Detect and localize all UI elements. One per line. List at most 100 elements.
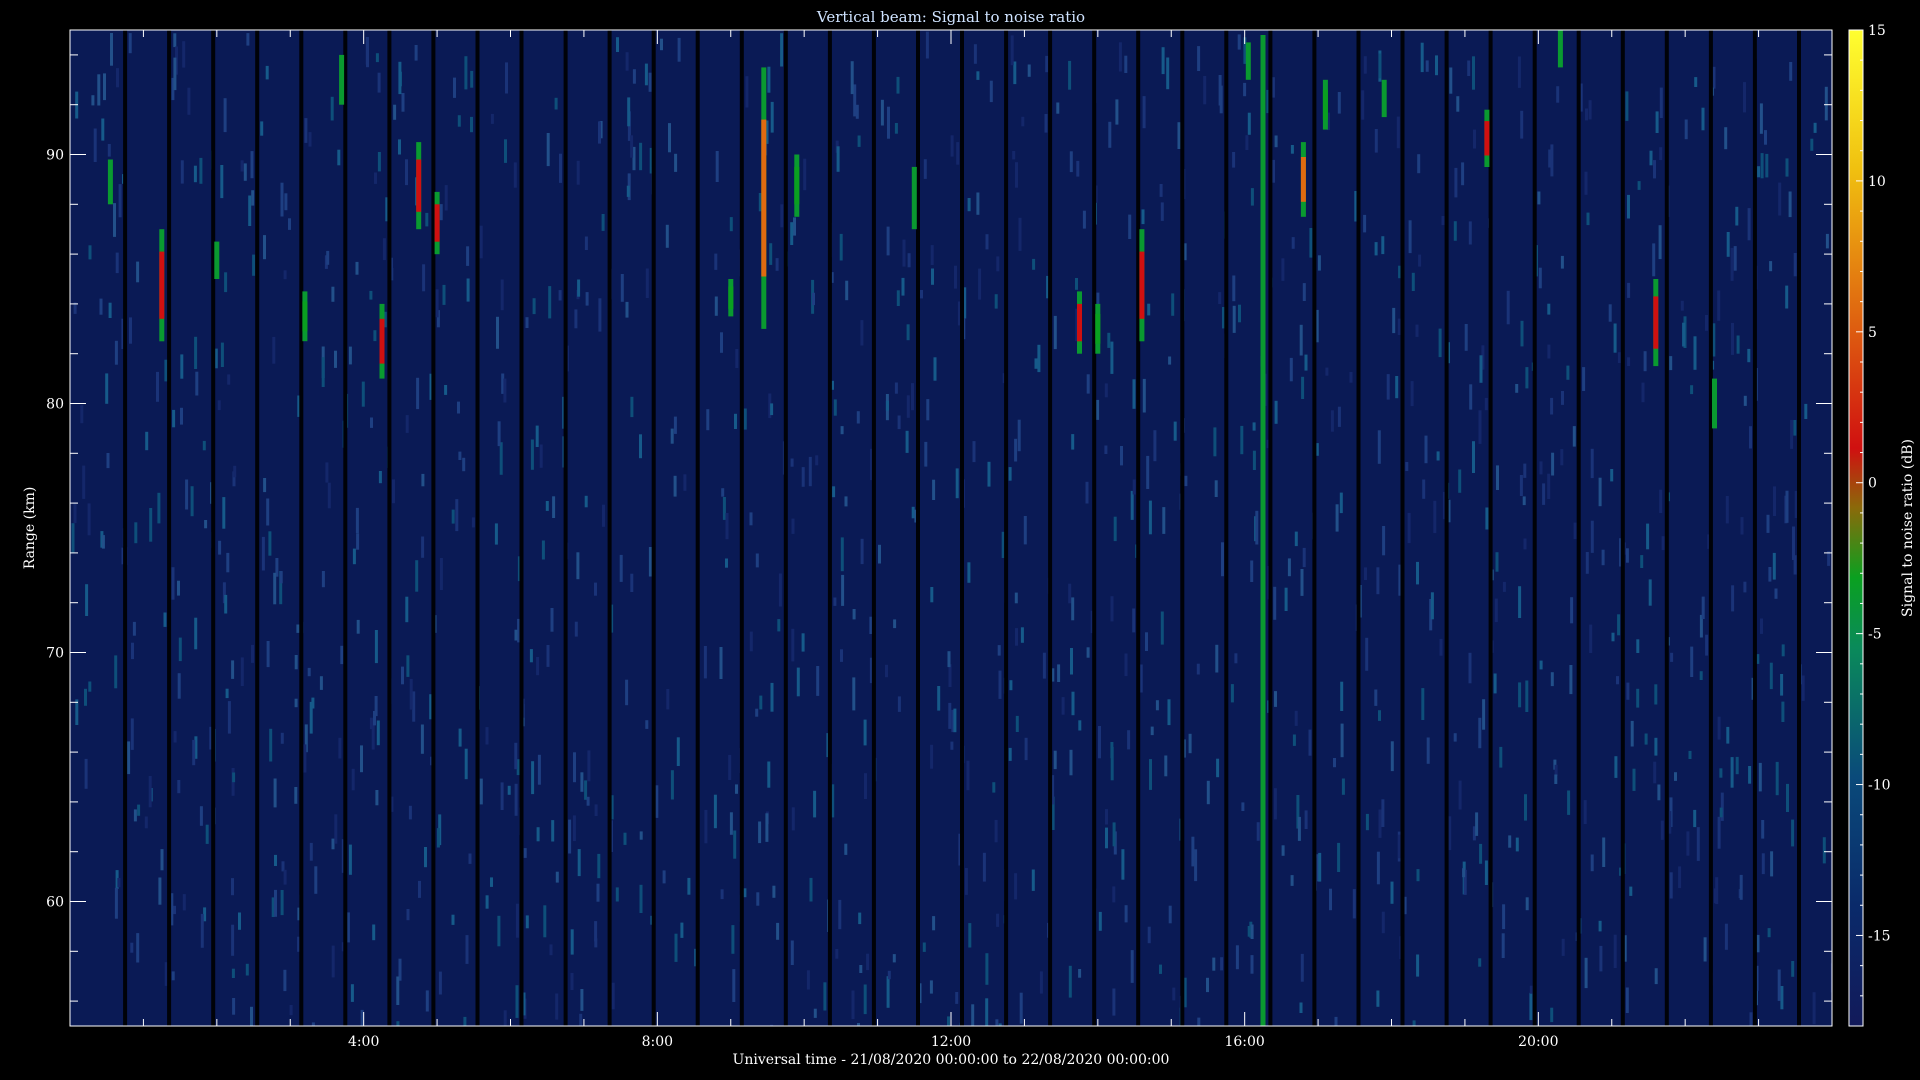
noise-speckle (536, 827, 540, 842)
noise-speckle (340, 645, 344, 665)
noise-speckle (156, 371, 159, 402)
noise-speckle (851, 990, 855, 1020)
noise-speckle (1160, 202, 1164, 221)
noise-speckle (1456, 96, 1460, 112)
noise-speckle (1237, 34, 1241, 50)
noise-speckle (1405, 462, 1409, 471)
colorbar-tick-label: -10 (1868, 778, 1891, 794)
noise-speckle (1520, 320, 1524, 347)
noise-speckle (1325, 367, 1329, 376)
noise-speckle (202, 440, 206, 451)
noise-speckle (1308, 729, 1312, 756)
noise-speckle (1378, 809, 1382, 838)
noise-speckle (532, 298, 536, 315)
noise-speckle (471, 517, 475, 528)
noise-speckle (250, 1006, 253, 1026)
noise-speckle (1184, 475, 1188, 487)
noise-speckle (180, 407, 183, 425)
noise-speckle (1554, 764, 1558, 776)
noise-speckle (897, 696, 901, 712)
noise-speckle (1361, 90, 1365, 120)
noise-speckle (1218, 292, 1222, 304)
noise-speckle (1333, 758, 1336, 768)
noise-speckle (350, 984, 354, 1002)
noise-speckle (543, 905, 547, 938)
noise-speckle (1098, 911, 1102, 931)
noise-speckle (722, 497, 726, 520)
noise-speckle (1556, 86, 1560, 103)
noise-speckle (971, 1004, 975, 1026)
colorbar-tick-label: -5 (1868, 627, 1882, 643)
y-tick-label: 60 (46, 895, 64, 911)
noise-speckle (1149, 759, 1152, 790)
noise-speckle (238, 912, 241, 930)
noise-speckle (134, 522, 138, 544)
noise-speckle (549, 944, 553, 956)
noise-speckle (780, 33, 784, 67)
noise-speckle (401, 666, 404, 685)
noise-speckle (1652, 243, 1656, 277)
noise-speckle (1018, 217, 1022, 251)
noise-speckle (801, 467, 805, 487)
noise-speckle (374, 172, 377, 184)
noise-speckle (205, 824, 209, 844)
noise-speckle (465, 935, 469, 964)
noise-speckle (321, 571, 325, 588)
noise-speckle (576, 160, 580, 185)
noise-speckle (1412, 1020, 1416, 1026)
echo-core (416, 159, 422, 212)
noise-speckle (770, 1024, 774, 1026)
noise-speckle (401, 93, 405, 112)
noise-speckle (989, 80, 993, 103)
noise-speckle (1318, 852, 1322, 882)
noise-speckle (937, 686, 941, 711)
noise-speckle (250, 151, 254, 179)
noise-speckle (499, 442, 503, 475)
noise-speckle (1107, 332, 1111, 348)
noise-speckle (1105, 809, 1108, 825)
data-gap (871, 30, 876, 1026)
plot-area (70, 30, 1832, 1026)
noise-speckle (885, 664, 888, 678)
noise-speckle (839, 233, 843, 261)
noise-speckle (1625, 548, 1629, 563)
noise-speckle (378, 471, 382, 484)
noise-speckle (180, 354, 184, 379)
noise-speckle (1449, 67, 1453, 94)
echo-streak (1557, 30, 1563, 68)
noise-speckle (1076, 160, 1080, 177)
noise-speckle (1439, 638, 1443, 656)
noise-speckle (1104, 383, 1108, 398)
noise-speckle (551, 820, 555, 842)
noise-speckle (574, 621, 578, 637)
noise-speckle (932, 479, 936, 500)
noise-speckle (852, 609, 856, 620)
noise-speckle (568, 819, 572, 854)
noise-speckle (1785, 158, 1789, 177)
noise-speckle (1422, 479, 1426, 499)
noise-speckle (1825, 233, 1829, 249)
noise-speckle (500, 782, 504, 810)
noise-speckle (1766, 514, 1770, 533)
noise-speckle (304, 118, 308, 143)
noise-speckle (1071, 597, 1075, 621)
noise-speckle (218, 540, 222, 555)
noise-speckle (1252, 422, 1256, 431)
noise-speckle (405, 159, 408, 186)
noise-speckle (327, 482, 331, 509)
noise-speckle (1069, 749, 1073, 776)
y-tick-label: 90 (46, 148, 64, 164)
noise-speckle (458, 728, 462, 747)
noise-speckle (325, 462, 329, 483)
noise-speckle (1724, 923, 1728, 950)
noise-speckle (1390, 741, 1394, 772)
noise-speckle (360, 1009, 364, 1026)
noise-speckle (288, 218, 291, 230)
noise-speckle (720, 889, 724, 900)
colorbar-tick-label: 15 (1868, 23, 1886, 39)
noise-speckle (835, 949, 839, 959)
noise-speckle (1130, 950, 1134, 983)
noise-speckle (494, 523, 498, 545)
noise-speckle (231, 660, 235, 679)
noise-speckle (160, 849, 164, 871)
